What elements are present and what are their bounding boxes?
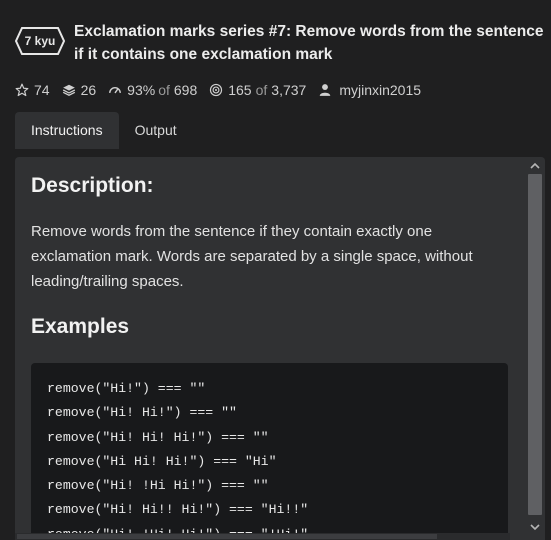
- code-line: remove("Hi Hi! Hi!") === "Hi": [47, 453, 277, 469]
- code-line: remove("Hi! Hi! Hi!") === "": [47, 429, 269, 445]
- code-line: remove("Hi! Hi!") === "": [47, 405, 237, 421]
- satisfaction-of: of: [158, 82, 170, 98]
- author-stat[interactable]: myjinxin2015: [318, 82, 421, 98]
- chevron-up-icon[interactable]: [530, 161, 540, 171]
- code-line: remove("Hi! Hi!! Hi!") === "Hi!!": [47, 502, 309, 518]
- satisfaction-stat: 93% of 698: [108, 82, 197, 98]
- stars-stat[interactable]: 74: [15, 82, 50, 98]
- kata-tabs: Instructions Output: [15, 112, 193, 149]
- code-line: remove("Hi!") === "": [47, 381, 206, 396]
- kata-title: Exclamation marks series #7: Remove word…: [74, 20, 544, 66]
- code-block: remove("Hi!") === "" remove("Hi! Hi!") =…: [31, 363, 508, 540]
- completed-stat: 165 of 3,737: [209, 82, 306, 98]
- chevron-down-icon[interactable]: [530, 522, 540, 532]
- completed-total: 3,737: [271, 82, 307, 98]
- instructions-panel: Description: Remove words from the sente…: [15, 157, 545, 540]
- kata-stats: 74 26 93% of 698 165 of 3,737 myjinxin20…: [15, 80, 433, 100]
- rank-badge: 7 kyu: [15, 27, 65, 55]
- kata-header: 7 kyu Exclamation marks series #7: Remov…: [15, 18, 545, 68]
- collections-stat[interactable]: 26: [62, 82, 97, 98]
- stack-icon: [62, 84, 75, 96]
- user-icon: [320, 84, 331, 96]
- tab-output[interactable]: Output: [119, 112, 193, 149]
- examples-heading: Examples: [31, 315, 130, 338]
- horizontal-scrollbar-thumb[interactable]: [17, 534, 437, 539]
- horizontal-scrollbar[interactable]: [15, 533, 510, 540]
- vertical-scrollbar[interactable]: [525, 157, 545, 540]
- tab-instructions[interactable]: Instructions: [15, 112, 119, 149]
- stars-count: 74: [34, 82, 50, 98]
- code-line: remove("Hi! !Hi Hi!") === "": [47, 478, 269, 494]
- description-heading: Description:: [31, 174, 154, 197]
- gauge-icon: [109, 87, 122, 94]
- target-icon: [210, 83, 223, 97]
- satisfaction-total: 698: [173, 82, 198, 98]
- collections-count: 26: [80, 82, 97, 98]
- kata-title-line-2: if it contains one exclamation mark: [74, 46, 333, 63]
- scrollbar-thumb[interactable]: [528, 174, 542, 515]
- rank-label: 7 kyu: [24, 34, 56, 48]
- author-name[interactable]: myjinxin2015: [339, 82, 421, 98]
- completed-of: of: [255, 82, 268, 98]
- star-icon: [15, 83, 29, 97]
- completed-count: 165: [228, 82, 252, 98]
- kata-title-line-1: Exclamation marks series #7: Remove word…: [74, 23, 544, 40]
- satisfaction-percent: 93%: [127, 82, 156, 98]
- description-text: Remove words from the sentence if they c…: [31, 223, 473, 290]
